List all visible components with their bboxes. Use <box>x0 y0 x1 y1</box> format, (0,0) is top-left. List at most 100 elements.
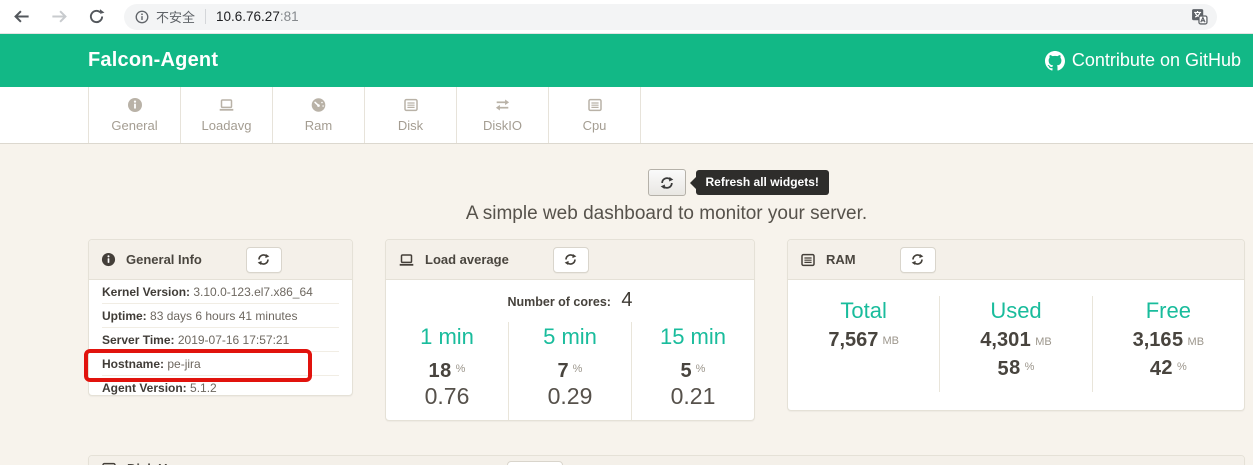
widget-title: General Info <box>126 252 202 267</box>
load-col-5min: 5 min 7% 0.29 <box>508 322 631 421</box>
load-value: 0.29 <box>515 383 625 409</box>
tab-label: Disk <box>398 118 423 133</box>
main-content: Refresh all widgets! A simple web dashbo… <box>0 144 1253 465</box>
tab-label: Cpu <box>583 118 607 133</box>
col-label: 1 min <box>392 324 502 349</box>
cores-line: Number of cores: 4 <box>386 289 754 312</box>
general-refresh-button[interactable] <box>246 247 282 273</box>
field-label: Hostname: <box>102 357 164 371</box>
ram-free-value: 3,1625MB <box>1099 329 1238 353</box>
field-value: 83 days 6 hours 41 minutes <box>150 309 297 323</box>
rolling-digit: 21 <box>1019 329 1031 349</box>
forward-arrow-icon <box>50 7 69 26</box>
load-refresh-button[interactable] <box>553 247 589 273</box>
exchange-icon <box>494 97 511 113</box>
info-row-server-time: Server Time: 2019-07-16 17:57:21 <box>102 328 339 352</box>
widget-load-average: Load average Number of cores: 4 1 min <box>385 239 755 421</box>
github-icon <box>1045 51 1065 71</box>
tab-loadavg[interactable]: Loadavg <box>180 87 272 143</box>
translate-icon[interactable] <box>1191 8 1208 25</box>
refresh-icon <box>564 253 577 266</box>
rolling-digit: 89 <box>440 360 452 380</box>
tab-cpu[interactable]: Cpu <box>548 87 641 143</box>
field-label: Server Time: <box>102 333 175 347</box>
col-label: Total <box>794 298 933 323</box>
browser-toolbar: 不安全 10.6.76.27 :81 <box>0 0 1253 34</box>
tab-diskio[interactable]: DiskIO <box>456 87 548 143</box>
tooltip-arrow <box>690 177 696 189</box>
tab-ram[interactable]: Ram <box>272 87 364 143</box>
list-icon <box>101 461 117 465</box>
info-row-hostname: Hostname: pe-jira <box>102 352 339 376</box>
load-percent: 7% <box>515 358 625 382</box>
col-label: 15 min <box>638 324 748 349</box>
col-label: 5 min <box>515 324 625 349</box>
tab-disk[interactable]: Disk <box>364 87 456 143</box>
refresh-icon <box>911 253 924 266</box>
laptop-icon <box>398 252 415 268</box>
widget-title: Disk Usage <box>127 461 197 465</box>
rolling-digit: 12 <box>1161 357 1173 377</box>
ram-columns: Total 7,567MB Used 4,3021MB 589% <box>788 296 1244 392</box>
github-link[interactable]: Contribute on GitHub <box>1045 50 1243 71</box>
list-icon <box>800 252 816 268</box>
info-row-kernel: Kernel Version: 3.10.0-123.el7.x86_64 <box>102 280 339 304</box>
forward-button[interactable] <box>50 7 69 26</box>
field-label: Agent Version: <box>102 381 187 395</box>
refresh-all-button[interactable] <box>648 169 686 196</box>
refresh-icon <box>257 253 270 266</box>
widget-title: RAM <box>826 252 856 267</box>
url-port: :81 <box>280 9 299 24</box>
field-label: Uptime: <box>102 309 147 323</box>
tab-label: DiskIO <box>483 118 522 133</box>
info-icon <box>101 252 116 267</box>
field-value: pe-jira <box>167 357 200 371</box>
tooltip-text: Refresh all widgets! <box>706 175 819 189</box>
ram-refresh-button[interactable] <box>900 247 936 273</box>
rolling-digit: 89 <box>1009 357 1021 377</box>
github-link-label: Contribute on GitHub <box>1072 50 1241 71</box>
load-col-1min: 1 min 189% 0.76 <box>386 322 508 421</box>
tab-label: Loadavg <box>202 118 252 133</box>
widget-header: Load average <box>386 240 754 280</box>
refresh-icon <box>660 176 674 190</box>
load-percent: 5% <box>638 358 748 382</box>
security-label[interactable]: 不安全 <box>156 7 195 26</box>
widget-partial-bottom: Disk Usage <box>88 455 1245 465</box>
widget-header: General Info <box>89 240 352 280</box>
page-subtitle: A simple web dashboard to monitor your s… <box>88 203 1245 225</box>
info-circle-icon <box>135 10 149 24</box>
tab-label: Ram <box>305 118 332 133</box>
ram-col-used: Used 4,3021MB 589% <box>939 296 1091 392</box>
load-percent: 189% <box>392 358 502 382</box>
general-info-body: Kernel Version: 3.10.0-123.el7.x86_64 Up… <box>89 280 352 396</box>
col-label: Used <box>946 298 1085 323</box>
field-value: 5.1.2 <box>190 381 217 395</box>
app-navbar: Falcon-Agent Contribute on GitHub <box>0 34 1253 87</box>
partial-refresh-button[interactable] <box>507 461 563 465</box>
ram-used-value: 4,3021MB <box>946 329 1085 353</box>
url-text: 10.6.76.27 <box>216 9 280 24</box>
tab-general[interactable]: General <box>88 87 180 143</box>
widgets-row: General Info Kernel Version: 3.10.0-123.… <box>88 239 1245 421</box>
gauge-icon <box>310 97 327 113</box>
browser-window: 不安全 10.6.76.27 :81 Falcon-Agent Contribu… <box>0 0 1253 465</box>
load-col-15min: 15 min 5% 0.21 <box>631 322 754 421</box>
app-brand: Falcon-Agent <box>88 49 218 72</box>
ram-col-free: Free 3,1625MB 412% <box>1092 296 1244 392</box>
ram-col-total: Total 7,567MB <box>788 296 939 392</box>
address-bar[interactable]: 不安全 10.6.76.27 :81 <box>124 4 1217 30</box>
tab-strip: General Loadavg Ram Disk DiskIO Cpu <box>0 87 1253 144</box>
widget-ram: RAM Total 7,567MB Used <box>787 239 1245 411</box>
field-label: Kernel Version: <box>102 285 190 299</box>
widget-title: Load average <box>425 252 509 267</box>
rolling-digit: 25 <box>1172 329 1184 349</box>
ram-total-value: 7,567MB <box>794 329 933 352</box>
load-columns: 1 min 189% 0.76 5 min 7% 0.29 <box>386 322 754 421</box>
reload-button[interactable] <box>88 8 105 25</box>
url-divider <box>205 9 206 24</box>
back-button[interactable] <box>12 7 31 26</box>
list-icon <box>403 97 419 113</box>
cores-label: Number of cores: <box>507 295 611 309</box>
ram-free-percent: 412% <box>1099 356 1238 380</box>
